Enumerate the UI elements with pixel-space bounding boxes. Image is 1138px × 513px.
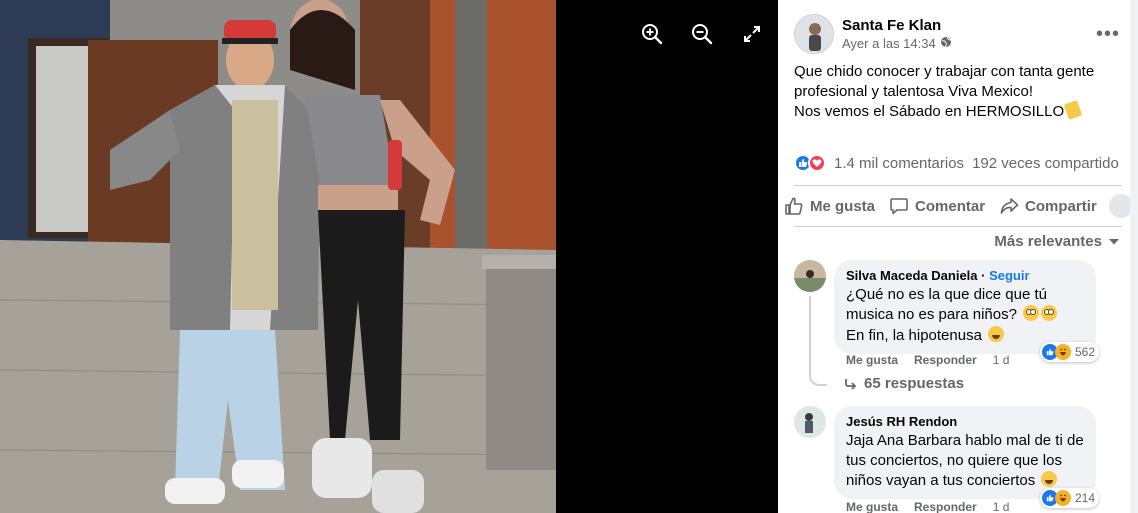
divider [794,226,1122,227]
zoom-out-icon[interactable] [690,22,714,46]
comment-text-line: En fin, la hipotenusa [846,327,982,344]
post-author-name[interactable]: Santa Fe Klan [842,16,952,36]
post-stats: 1.4 mil comentarios 192 veces compartido [794,154,1134,172]
comment-reactions[interactable]: 562 [1040,342,1100,362]
comment-bubble: Jesús RH Rendon Jaja Ana Barbara hablo m… [834,406,1096,499]
divider [794,185,1122,186]
follow-dot: · [981,268,990,283]
photo-viewer [0,0,778,513]
post-text: Que chido conocer y trabajar con tanta g… [794,62,1114,122]
thread-curve [809,374,827,386]
shares-count[interactable]: 192 veces compartido [972,155,1119,172]
commenter-avatar[interactable] [794,260,826,292]
comment-like-button[interactable]: Me gusta [846,353,898,367]
comment-author[interactable]: Silva Maceda Daniela [846,268,978,283]
grin-emoji-icon [988,326,1005,342]
like-label: Me gusta [810,197,876,215]
haha-reaction-icon [1055,490,1071,506]
comment-label: Comentar [915,197,986,215]
comment-icon [890,198,908,215]
audience-globe-icon[interactable] [940,36,952,52]
reply-arrow-icon [845,378,857,390]
love-reaction-icon [808,154,826,172]
post-text-line-2: Nos vemos el Sábado en HERMOSILLO [794,100,1114,122]
haha-reaction-icon [1055,344,1071,360]
comment-author-row: Silva Maceda Daniela · Seguir [846,268,1084,284]
comment-button[interactable]: Comentar [889,192,985,220]
comment-time[interactable]: 1 d [993,500,1010,513]
comments-count[interactable]: 1.4 mil comentarios [834,155,964,172]
comment-text: Jaja Ana Barbara hablo mal de ti de tus … [846,431,1084,491]
post-header: Santa Fe Klan Ayer a las 14:34 [794,14,952,54]
thread-line [809,296,811,374]
sort-label: Más relevantes [994,233,1102,250]
commenter-avatar[interactable] [794,406,826,438]
replies-count: 65 respuestas [864,375,965,392]
like-button[interactable]: Me gusta [784,192,875,220]
comment-meta: Me gusta Responder 1 d [846,353,1009,367]
party-popper-icon [1063,100,1083,120]
comment-reactions[interactable]: 214 [1040,488,1100,508]
comment-text: ¿Qué no es la que dice que tú musica no … [846,285,1084,325]
chevron-down-icon [1109,238,1119,244]
zoom-in-icon[interactable] [640,22,664,46]
post-panel: Santa Fe Klan Ayer a las 14:34 ••• Que c… [778,0,1138,513]
panel-scrollbar[interactable] [1130,0,1138,513]
comment-reply-button[interactable]: Responder [914,500,977,513]
comment-text-line: ¿Qué no es la que dice que tú musica no … [846,286,1047,323]
comment-meta: Me gusta Responder 1 d [846,500,1009,513]
share-button[interactable]: Compartir [999,192,1097,220]
fullscreen-icon[interactable] [740,22,764,46]
grin-emoji-icon [1041,471,1058,487]
photo-illustration [0,0,556,513]
post-text-span: Nos vemos el Sábado en HERMOSILLO [794,103,1065,120]
eye-roll-emoji-icon [1041,305,1058,321]
thumbs-up-icon [785,197,803,215]
comment-reply-button[interactable]: Responder [914,353,977,367]
post-timestamp[interactable]: Ayer a las 14:34 [842,36,936,52]
comment-like-button[interactable]: Me gusta [846,500,898,513]
comment-reaction-count: 214 [1075,491,1096,505]
post-photo[interactable] [0,0,556,513]
comment-bubble: Silva Maceda Daniela · Seguir ¿Qué no es… [834,260,1096,354]
follow-button[interactable]: Seguir [989,268,1029,283]
view-replies-button[interactable]: 65 respuestas [844,375,964,392]
post-actions: Me gusta Comentar Compartir [784,192,1138,220]
author-avatar[interactable] [794,14,834,54]
share-label: Compartir [1025,197,1097,215]
post-text-line: Que chido conocer y trabajar con tanta g… [794,63,1095,100]
post-time-row: Ayer a las 14:34 [842,36,952,52]
photo-tools [640,22,764,46]
comment-reaction-count: 562 [1075,345,1096,359]
more-options-icon[interactable]: ••• [1096,24,1120,44]
post-header-text: Santa Fe Klan Ayer a las 14:34 [842,16,952,52]
comment: Jesús RH Rendon Jaja Ana Barbara hablo m… [794,406,1124,513]
comment: Silva Maceda Daniela · Seguir ¿Qué no es… [794,260,1124,367]
reaction-icons[interactable] [794,154,826,172]
comment-sort-dropdown[interactable]: Más relevantes [994,233,1120,250]
share-icon [1000,198,1019,214]
comment-author[interactable]: Jesús RH Rendon [846,414,1084,430]
comment-time[interactable]: 1 d [993,353,1010,367]
eye-roll-emoji-icon [1023,305,1040,321]
